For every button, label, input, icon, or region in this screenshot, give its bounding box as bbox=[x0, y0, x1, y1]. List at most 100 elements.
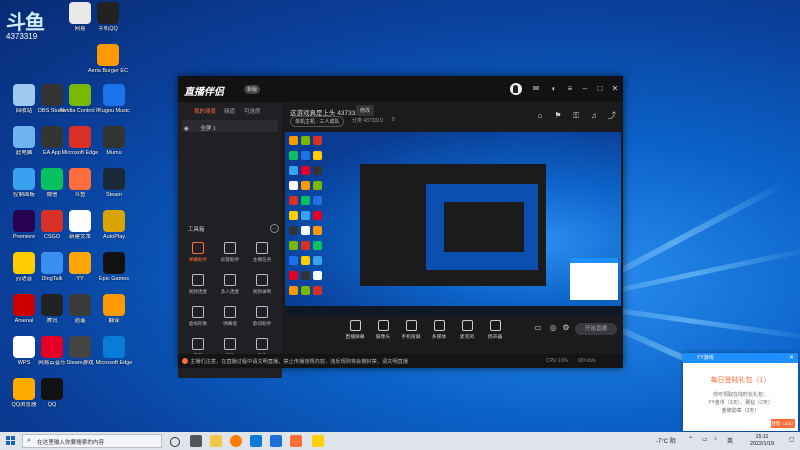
app-icon bbox=[69, 84, 91, 106]
stream-preview[interactable] bbox=[285, 132, 621, 316]
source-icon bbox=[433, 320, 445, 331]
menu-icon[interactable]: ≡ bbox=[566, 85, 574, 93]
desktop-icon[interactable]: Epic Games bbox=[94, 252, 134, 283]
preview-desktop-icon bbox=[289, 241, 298, 250]
taskbar-app-live[interactable] bbox=[290, 435, 302, 447]
preview-popup bbox=[570, 258, 618, 300]
preview-desktop-icon bbox=[313, 241, 322, 250]
taskbar-app-edge[interactable] bbox=[250, 435, 262, 447]
desktop-icon[interactable]: Mumu bbox=[94, 126, 134, 157]
app-icon bbox=[103, 336, 125, 358]
tool-item[interactable]: 歌词助手 bbox=[248, 306, 276, 327]
gift-icon[interactable]: ⌂ bbox=[536, 112, 544, 120]
minimize-icon[interactable]: – bbox=[581, 85, 589, 93]
version-badge[interactable]: 新版 bbox=[244, 85, 261, 94]
taskbar-app-folder[interactable] bbox=[210, 435, 222, 447]
start-button[interactable] bbox=[6, 436, 16, 446]
source-icon bbox=[377, 320, 389, 331]
settings-icon[interactable]: ⚙ bbox=[562, 324, 570, 332]
title-bar[interactable]: 直播伴侣 新版 ✉ ◐ ≡ – □ ✕ bbox=[178, 76, 623, 102]
weather-text[interactable]: -7°C 阴 bbox=[656, 436, 676, 445]
preview-desktop-icon bbox=[313, 271, 322, 280]
app-logo: 直播伴侣 bbox=[184, 87, 224, 98]
ime-lang[interactable]: 英 bbox=[727, 436, 733, 445]
source-button[interactable]: 直播屏幕 bbox=[340, 320, 370, 340]
preview-desktop-icon bbox=[313, 151, 322, 160]
taskbar-app-yy[interactable] bbox=[312, 435, 324, 447]
tool-item[interactable]: 多人连麦 bbox=[216, 274, 244, 295]
tool-item[interactable]: 虚拟形象 bbox=[184, 306, 212, 327]
taskbar-app-explorer[interactable] bbox=[190, 435, 202, 447]
avatar[interactable] bbox=[510, 83, 522, 95]
tool-item[interactable]: 视频录制 bbox=[248, 274, 276, 295]
volume-icon[interactable]: ♪ bbox=[714, 436, 717, 442]
share-icon[interactable]: ⤴ bbox=[608, 112, 616, 120]
category-pill[interactable]: 单机主机 · 三人成队 bbox=[290, 116, 345, 127]
pk-icon[interactable]: ⚑ bbox=[554, 112, 562, 120]
brand-sub: 4373319 bbox=[6, 32, 38, 41]
tool-item[interactable]: 房管助手 bbox=[216, 242, 244, 263]
close-icon[interactable]: ✕ bbox=[611, 85, 619, 93]
tool-item[interactable]: 弹幕助手 bbox=[184, 242, 212, 263]
search-placeholder: 在这里输入你要搜索的内容 bbox=[37, 440, 105, 446]
maximize-icon[interactable]: □ bbox=[596, 85, 604, 93]
desktop-icon[interactable]: Aeria Burger ECS... bbox=[88, 44, 128, 75]
tab-channel[interactable]: 频道 bbox=[224, 107, 235, 115]
search-icon: ⌕ bbox=[27, 437, 31, 444]
clock[interactable]: 15:11 2022/1/19 bbox=[738, 434, 786, 448]
desktop-icon[interactable]: Steam bbox=[94, 168, 134, 199]
lock-icon[interactable]: ⚿ bbox=[572, 112, 580, 120]
preview-eye-icon[interactable]: ◎ bbox=[549, 324, 557, 332]
eye-icon[interactable]: ◉ bbox=[184, 126, 189, 132]
tab-my-scenes[interactable]: 我的场景 bbox=[194, 107, 216, 115]
taskbar-app-browser[interactable] bbox=[230, 435, 242, 447]
camera-adjust-icon[interactable]: ▭ bbox=[534, 324, 542, 332]
task-view-icon[interactable] bbox=[170, 437, 180, 447]
preview-desktop-icon bbox=[301, 166, 310, 175]
start-live-button[interactable]: 开始直播 bbox=[575, 323, 617, 335]
notification-icon[interactable]: ▢ bbox=[789, 436, 795, 443]
desktop-brand-badge[interactable]: 斗鱼 4373319 bbox=[6, 6, 60, 54]
source-button[interactable]: 手机投屏 bbox=[396, 320, 426, 340]
desktop-icon-label: Mumu bbox=[106, 150, 122, 156]
desktop-icon[interactable]: Kugou Music bbox=[94, 84, 134, 115]
edit-title-button[interactable]: 修改 bbox=[356, 105, 375, 116]
desktop-icon[interactable]: 手机QQ bbox=[88, 2, 128, 33]
app-icon bbox=[41, 378, 63, 400]
network-icon[interactable]: ▭ bbox=[702, 436, 708, 443]
desktop-icon[interactable]: QQ bbox=[32, 378, 72, 409]
source-button[interactable]: 扬声器 bbox=[480, 320, 510, 340]
desktop-icon[interactable]: Microsoft Edge bbox=[94, 336, 134, 367]
tool-label: 弹幕墙 bbox=[223, 321, 237, 326]
message-icon[interactable]: ✉ bbox=[532, 85, 540, 93]
desktop-icon[interactable]: AutoPlay bbox=[94, 210, 134, 241]
preview-desktop-icon bbox=[289, 256, 298, 265]
search-box[interactable]: ⌕ 在这里输入你要搜索的内容 bbox=[22, 434, 162, 448]
tab-room[interactable]: 可送房 bbox=[244, 107, 261, 115]
app-icon bbox=[103, 210, 125, 232]
notification-toast[interactable]: YY游戏 ✕ 每日登陆礼包（1） 你可领取在线时长礼包： YY金币（3天）、赛钻… bbox=[683, 353, 798, 431]
preview-desktop-icon bbox=[289, 286, 298, 295]
tool-item[interactable]: 主播任务 bbox=[248, 242, 276, 263]
source-button[interactable]: 麦克风 bbox=[452, 320, 482, 340]
close-icon[interactable]: ✕ bbox=[789, 353, 794, 363]
tray-arrow-icon[interactable]: ⌃ bbox=[688, 436, 693, 443]
taskbar-app-store[interactable] bbox=[270, 435, 282, 447]
desktop-icon-label: Steam bbox=[106, 192, 122, 198]
tool-item[interactable]: 视频连麦 bbox=[184, 274, 212, 295]
app-icon bbox=[103, 294, 125, 316]
source-button[interactable]: 摄像头 bbox=[368, 320, 398, 340]
source-button[interactable]: 多媒体 bbox=[424, 320, 454, 340]
more-icon[interactable]: … bbox=[270, 224, 279, 233]
app-icon bbox=[103, 84, 125, 106]
preview-desktop-icon bbox=[289, 271, 298, 280]
desktop-icon-label: Epic Games bbox=[99, 276, 129, 282]
claim-button[interactable]: 领取（3/3） bbox=[771, 419, 796, 428]
desktop-icon[interactable]: 翻译 bbox=[94, 294, 134, 325]
tool-item[interactable]: 弹幕墙 bbox=[216, 306, 244, 327]
preview-nested-window bbox=[360, 164, 546, 286]
skin-icon[interactable]: ◐ bbox=[550, 85, 558, 93]
app-icon bbox=[69, 294, 91, 316]
live-companion-window[interactable]: 直播伴侣 新版 ✉ ◐ ≡ – □ ✕ 我的场景 频道 可送房 ◉ 全屏 1 工… bbox=[178, 76, 623, 378]
bell-icon[interactable]: ♫ bbox=[590, 112, 598, 120]
